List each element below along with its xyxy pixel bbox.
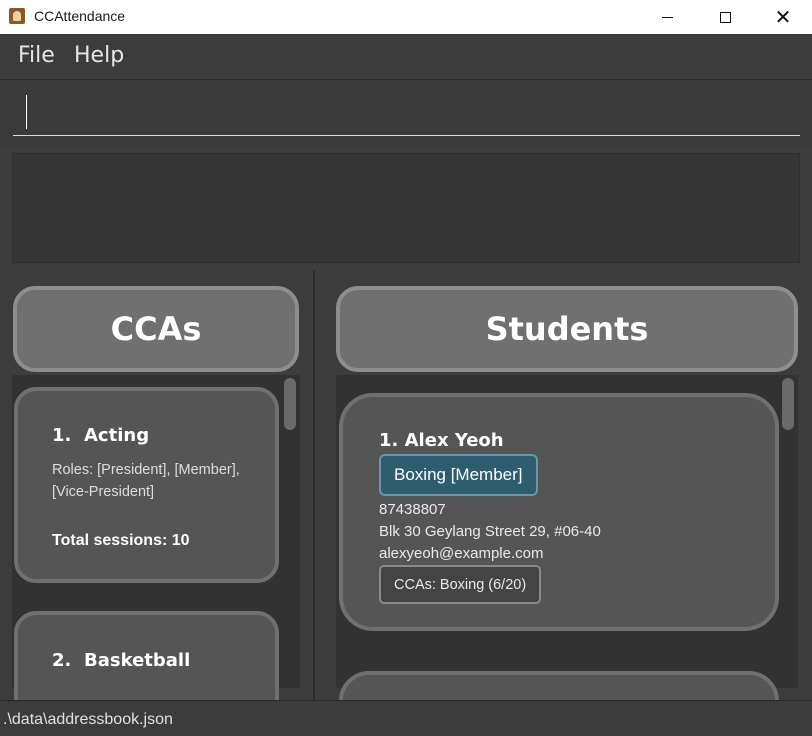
app-icon bbox=[9, 8, 25, 24]
cca-title: 2. Basketball bbox=[52, 650, 190, 671]
window-title: CCAttendance bbox=[34, 8, 126, 24]
cca-list-scrollbar[interactable] bbox=[284, 378, 296, 430]
close-button[interactable]: ✕ bbox=[754, 0, 812, 34]
student-cca-attendance: CCAs: Boxing (6/20) bbox=[379, 565, 542, 604]
maximize-button[interactable] bbox=[696, 0, 754, 34]
maximize-icon bbox=[719, 11, 731, 23]
ccas-header: CCAs bbox=[13, 286, 299, 372]
save-location: .\data\addressbook.json bbox=[3, 711, 173, 728]
panel-divider[interactable] bbox=[313, 270, 315, 700]
cca-card[interactable]: 1. Acting Roles: [President], [Member], [… bbox=[14, 387, 279, 583]
cca-roles: Roles: [President], [Member], [Vice-Pres… bbox=[52, 462, 240, 500]
menu-help[interactable]: Help bbox=[74, 43, 124, 68]
student-role-tag: Boxing [Member] bbox=[379, 454, 538, 496]
minimize-button[interactable] bbox=[638, 0, 696, 34]
student-name: 1. Alex Yeoh bbox=[379, 430, 504, 451]
title-bar: CCAttendance ✕ bbox=[0, 0, 812, 34]
text-caret bbox=[26, 95, 27, 129]
close-icon: ✕ bbox=[774, 5, 792, 29]
result-display bbox=[12, 153, 800, 263]
menu-bar: File Help bbox=[0, 34, 812, 80]
cca-title: 1. Acting bbox=[52, 425, 149, 446]
student-address: Blk 30 Geylang Street 29, #06-40 bbox=[379, 523, 601, 540]
menu-file[interactable]: File bbox=[18, 43, 55, 68]
cca-name: Basketball bbox=[84, 650, 191, 671]
cca-index: 2. bbox=[52, 650, 72, 671]
student-card[interactable]: 1. Alex Yeoh Boxing [Member] 87438807 Bl… bbox=[339, 393, 779, 631]
students-header: Students bbox=[336, 286, 798, 372]
student-email: alexyeoh@example.com bbox=[379, 545, 544, 562]
minimize-icon bbox=[661, 16, 673, 18]
student-phone: 87438807 bbox=[379, 501, 446, 518]
cca-name: Acting bbox=[84, 425, 150, 446]
command-input[interactable] bbox=[13, 88, 800, 136]
status-bar: .\data\addressbook.json bbox=[0, 700, 812, 736]
cca-index: 1. bbox=[52, 425, 72, 446]
cca-total-sessions: Total sessions: 10 bbox=[52, 532, 190, 549]
student-list-scrollbar[interactable] bbox=[782, 378, 794, 430]
